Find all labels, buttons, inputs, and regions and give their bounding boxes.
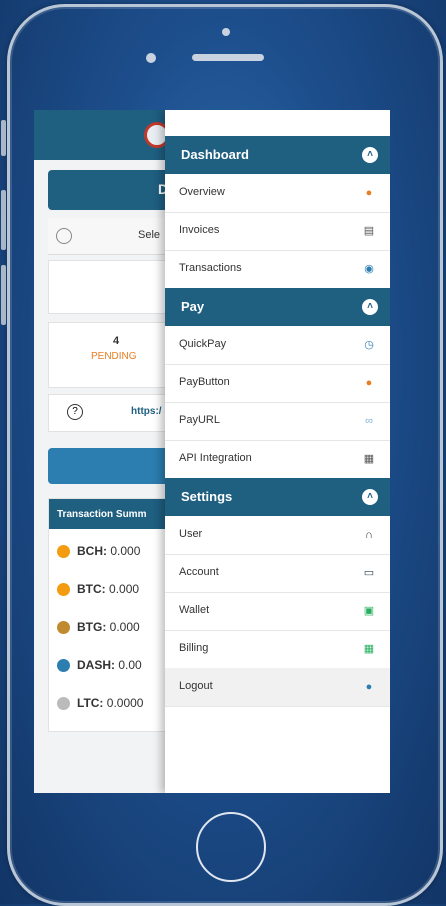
coin-symbol: DASH: xyxy=(77,658,115,672)
drawer-item-transactions[interactable]: Transactions ◉ xyxy=(165,250,390,289)
drawer-item-overview[interactable]: Overview ● xyxy=(165,174,390,213)
drawer-section-title: Settings xyxy=(181,489,233,504)
billing-icon: ▦ xyxy=(363,643,375,655)
phone-sensor xyxy=(222,28,230,36)
phone-side-button xyxy=(1,265,6,325)
coin-balance: LTC: 0.0000 xyxy=(77,696,143,710)
drawer-item-label: API Integration xyxy=(179,452,252,464)
pending-count: 4 xyxy=(113,335,120,347)
api-icon: ▦ xyxy=(363,453,375,465)
coin-symbol: BTC: xyxy=(77,582,106,596)
coin-balance: DASH: 0.00 xyxy=(77,658,142,672)
payment-link[interactable]: https:/ xyxy=(131,406,162,417)
drawer-section-title: Dashboard xyxy=(181,147,249,162)
coin-icon xyxy=(57,697,70,710)
drawer-item-label: User xyxy=(179,528,203,540)
coin-icon xyxy=(57,583,70,596)
chevron-up-icon[interactable]: ˄ xyxy=(362,299,378,315)
drawer-item-label: Logout xyxy=(179,680,213,692)
phone-speaker xyxy=(192,54,264,61)
select-icon xyxy=(56,228,72,244)
coin-icon xyxy=(57,545,70,558)
app-screen: D Sele 4 PENDING ? https:/ Transaction S… xyxy=(34,110,390,793)
drawer-item-account[interactable]: Account ▭ xyxy=(165,554,390,593)
coin-balance: BTG: 0.000 xyxy=(77,620,140,634)
drawer-item-billing[interactable]: Billing ▦ xyxy=(165,630,390,669)
drawer-item-label: QuickPay xyxy=(179,338,227,350)
coin-symbol: BTG: xyxy=(77,620,107,634)
drawer-item-payurl[interactable]: PayURL ∞ xyxy=(165,402,390,441)
home-button[interactable] xyxy=(196,812,266,882)
phone-side-button xyxy=(1,190,6,250)
drawer-item-label: Account xyxy=(179,566,219,578)
coin-value: 0.000 xyxy=(109,620,140,634)
drawer-section-settings[interactable]: Settings ˄ xyxy=(165,478,390,516)
coin-icon xyxy=(57,659,70,672)
coin-icon xyxy=(57,621,70,634)
coin-symbol: BCH: xyxy=(77,544,107,558)
drawer-item-label: Billing xyxy=(179,642,209,654)
overview-icon: ● xyxy=(365,187,373,199)
chevron-up-icon[interactable]: ˄ xyxy=(362,489,378,505)
coin-value: 0.00 xyxy=(118,658,142,672)
transactions-icon: ◉ xyxy=(364,263,374,275)
coin-value: 0.000 xyxy=(109,582,140,596)
coin-value: 0.0000 xyxy=(106,696,144,710)
drawer-item-api-integration[interactable]: API Integration ▦ xyxy=(165,440,390,479)
drawer-item-quickpay[interactable]: QuickPay ◷ xyxy=(165,326,390,365)
drawer-item-label: Invoices xyxy=(179,224,220,236)
drawer-item-paybutton[interactable]: PayButton ● xyxy=(165,364,390,403)
wallet-icon: ▣ xyxy=(363,605,375,617)
logout-icon: ● xyxy=(365,681,373,693)
transaction-summary-title: Transaction Summ xyxy=(57,509,147,520)
link-icon: ∞ xyxy=(365,415,373,427)
coin-balance: BCH: 0.000 xyxy=(77,544,140,558)
phone-side-button xyxy=(1,120,6,156)
quickpay-icon: ◷ xyxy=(364,339,374,351)
pending-label: PENDING xyxy=(91,351,137,362)
drawer-item-label: PayButton xyxy=(179,376,230,388)
coin-balance: BTC: 0.000 xyxy=(77,582,139,596)
invoice-icon: ▤ xyxy=(363,225,375,237)
help-icon: ? xyxy=(67,404,83,420)
drawer-item-user[interactable]: User ∩ xyxy=(165,516,390,555)
drawer-section-title: Pay xyxy=(181,299,205,314)
phone-camera xyxy=(146,53,156,63)
drawer-item-logout[interactable]: Logout ● xyxy=(165,668,390,707)
account-icon: ▭ xyxy=(363,567,375,579)
drawer-section-dashboard[interactable]: Dashboard ˄ xyxy=(165,136,390,174)
select-label: Sele xyxy=(138,229,161,241)
coin-symbol: LTC: xyxy=(77,696,104,710)
drawer-item-invoices[interactable]: Invoices ▤ xyxy=(165,212,390,251)
drawer-item-wallet[interactable]: Wallet ▣ xyxy=(165,592,390,631)
drawer-item-label: Wallet xyxy=(179,604,210,616)
drawer-section-pay[interactable]: Pay ˄ xyxy=(165,288,390,326)
paybutton-icon: ● xyxy=(365,377,373,389)
chevron-up-icon[interactable]: ˄ xyxy=(362,147,378,163)
coin-value: 0.000 xyxy=(110,544,141,558)
drawer-item-label: PayURL xyxy=(179,414,220,426)
drawer-item-label: Transactions xyxy=(179,262,242,274)
drawer-item-label: Overview xyxy=(179,186,225,198)
user-icon: ∩ xyxy=(365,529,373,541)
navigation-drawer: Dashboard ˄ Overview ● Invoices ▤ Transactions… xyxy=(165,110,390,793)
